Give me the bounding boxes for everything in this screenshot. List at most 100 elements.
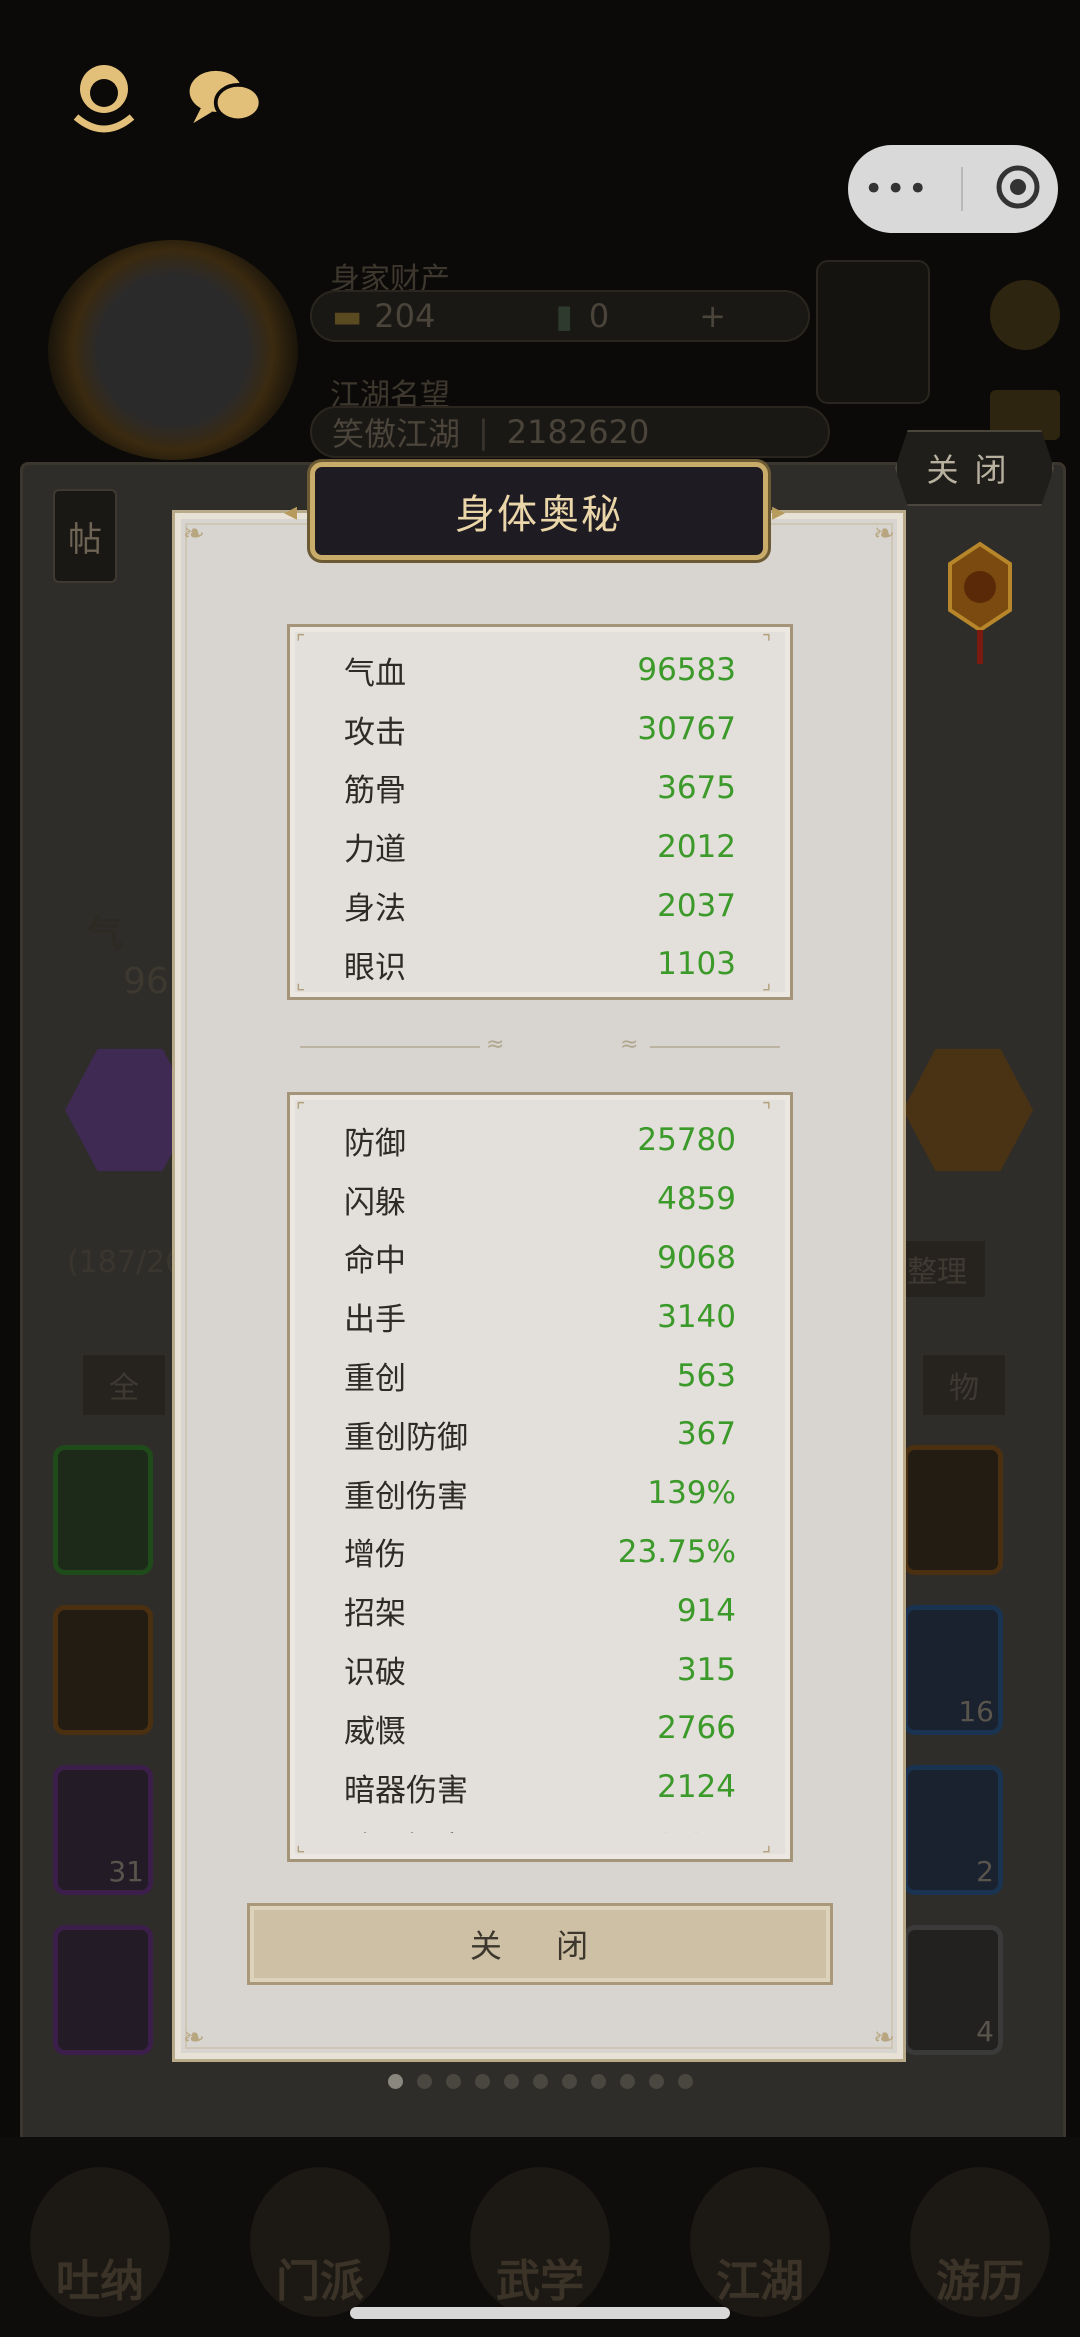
section-divider: ≈ ≈ [300,1032,780,1057]
stat-row: 眼识 1103 [344,935,736,994]
mount-slot[interactable] [903,1048,1033,1172]
stat-row: 暗器伤害 2124 [344,1758,736,1817]
stat-value: 2766 [657,1710,736,1747]
page-dot [504,2074,519,2089]
page-dot [533,2074,548,2089]
stat-row: 身法 2037 [344,876,736,935]
fame-divider: | [478,413,489,451]
stat-value: 4859 [657,1181,736,1218]
inventory-slot[interactable] [53,1445,153,1575]
page-dot [562,2074,577,2089]
stat-name: 出手 [344,1302,406,1339]
nav-jianghu[interactable]: 江湖 [690,2167,830,2317]
corner-ornament: ⌜ [296,630,306,654]
stat-name: 重创 [344,1361,406,1398]
stat-name: 招架 [344,1596,406,1633]
inventory-slot[interactable]: 4 [903,1925,1003,2055]
more-icon[interactable]: ••• [864,169,930,209]
post-button[interactable]: 帖 [53,489,117,583]
add-currency-button[interactable]: + [699,297,726,335]
title-wing-ornament: ▸ [772,497,786,527]
player-avatar[interactable] [48,240,298,460]
stat-name: 威慑 [344,1713,406,1750]
nav-tuna[interactable]: 吐纳 [30,2167,170,2317]
inventory-slot[interactable]: 31 [53,1765,153,1895]
corner-ornament: ⌞ [296,1832,306,1856]
nav-martial-arts[interactable]: 武学 [470,2167,610,2317]
stat-row: 识破 315 [344,1640,736,1699]
qi-label: 气 [87,914,124,955]
stat-row: 攻击 30767 [344,700,736,759]
avatar-head-icon[interactable] [62,55,146,139]
item-count: 31 [108,1855,144,1888]
stat-value: 139% [647,1475,736,1512]
stat-row: 气血 96583 [344,641,736,700]
stat-row: 重创伤害 139% [344,1464,736,1523]
stat-row: 闪躲 4859 [344,1170,736,1229]
stat-row: 威慑 2766 [344,1699,736,1758]
stat-name: 命中 [344,1243,406,1280]
page-dot [649,2074,664,2089]
corner-ornament: ❧ [873,519,895,549]
gold-icon: ▬ [332,297,363,335]
stat-value: 563 [676,1357,736,1394]
page-dot [620,2074,635,2089]
inventory-slot[interactable] [903,1445,1003,1575]
stat-value: 96583 [637,652,736,689]
home-indicator [350,2307,730,2319]
divider-ornament: ≈ [486,1032,505,1057]
stat-value: 914 [676,1592,736,1629]
stat-name: 防御 [344,1125,406,1162]
stat-value: 2012 [657,828,736,865]
miniprogram-capsule: ••• [848,145,1058,233]
nav-label: 吐纳 [56,2256,144,2307]
bag-capacity: (187/26 [67,1245,185,1280]
stat-name: 闪躲 [344,1184,406,1221]
nav-sect[interactable]: 门派 [250,2167,390,2317]
inventory-slot[interactable] [53,1605,153,1735]
currency-bar[interactable]: ▬ 204 ▮ 0 + [310,290,810,342]
bottom-navigation: 吐纳 门派 武学 江湖 游历 [0,2137,1080,2337]
page-dot [417,2074,432,2089]
stat-row: 增伤 23.75% [344,1523,736,1582]
nav-label: 游历 [936,2256,1024,2307]
stat-name: 攻击 [344,714,406,751]
stat-name: 身法 [344,891,406,928]
filter-all-tab[interactable]: 全 [83,1355,165,1415]
divider-line [650,1046,780,1048]
stat-name: 破骨概率 [344,1823,468,1833]
nav-travel[interactable]: 游历 [910,2167,1050,2317]
close-panel-button[interactable]: 关闭 [895,430,1054,506]
corner-ornament: ⌟ [762,1832,772,1856]
filter-item-tab[interactable]: 物 [923,1355,1005,1415]
corner-ornament: ❧ [873,2023,895,2053]
stat-value: 1103 [657,946,736,983]
stat-value: 25780 [637,1122,736,1159]
stat-name: 重创伤害 [344,1478,468,1515]
stat-row: 防御 25780 [344,1111,736,1170]
top-icons [62,55,268,139]
stat-name: 气血 [344,655,406,692]
item-count: 4 [976,2015,994,2048]
inventory-slot[interactable] [53,1925,153,2055]
divider-ornament: ≈ [620,1032,639,1057]
page-dot [678,2074,693,2089]
close-button[interactable]: 关 闭 [247,1903,833,1985]
chat-icon[interactable] [184,55,268,139]
tassel-ornament-icon[interactable] [940,540,1020,670]
page-dot [388,2074,403,2089]
stat-value: 2.3% [657,1828,736,1833]
combat-stats-box[interactable]: ⌜ ⌝ 防御 25780 闪躲 4859 命中 9068 出手 3140 重创 563 重创防御 36… [287,1092,793,1862]
inventory-slot[interactable]: 16 [903,1605,1003,1735]
stat-name: 眼识 [344,949,406,986]
divider-line [300,1046,480,1048]
yin-yang-badge[interactable] [816,260,930,404]
combat-stats-scroll[interactable]: 防御 25780 闪躲 4859 命中 9068 出手 3140 重创 563 重创防御 367 重创伤… [290,1095,790,1833]
combat-stats-list: 防御 25780 闪躲 4859 命中 9068 出手 3140 重创 563 重创防御 367 重创伤… [344,1111,736,1833]
stat-value: 23.75% [617,1533,736,1570]
nav-label: 门派 [276,2256,364,2307]
close-miniprogram-icon[interactable] [994,163,1042,215]
inventory-slot[interactable]: 2 [903,1765,1003,1895]
stat-value: 3140 [657,1298,736,1335]
settings-gear-icon[interactable] [990,280,1060,350]
